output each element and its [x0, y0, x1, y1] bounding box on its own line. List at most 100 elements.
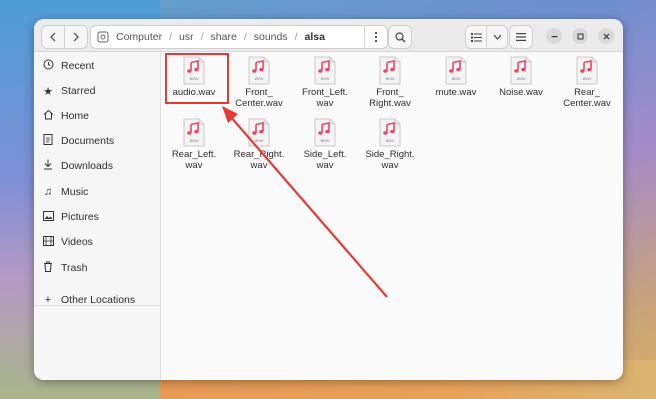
plus-icon: + [44, 294, 52, 306]
trash-icon [42, 261, 54, 275]
svg-text:wav: wav [385, 139, 394, 144]
sidebar-item-documents[interactable]: Documents [42, 132, 114, 150]
sidebar-item-label: Downloads [61, 160, 113, 172]
breadcrumb-share[interactable]: share [209, 31, 239, 43]
file-item[interactable]: wav mute.wav [423, 56, 489, 98]
file-item[interactable]: wav Rear_Left. wav [161, 118, 227, 171]
sidebar-item-label: Documents [61, 135, 115, 147]
minimize-button[interactable] [546, 28, 562, 44]
file-name-line2: wav [185, 160, 203, 171]
file-name: Rear_Right. wav [226, 149, 292, 171]
clock-icon [42, 59, 54, 73]
file-grid: wav audio.wav wav Front_ Center.wav wav Front_… [161, 52, 623, 380]
home-icon [42, 109, 54, 123]
audio-file-icon: wav [509, 56, 533, 85]
main-menu-button[interactable] [509, 25, 533, 49]
file-item[interactable]: wav Front_ Right.wav [357, 56, 423, 109]
audio-file-icon: wav [247, 56, 271, 85]
maximize-button[interactable] [572, 28, 588, 44]
file-item[interactable]: wav Front_ Center.wav [226, 56, 292, 109]
breadcrumb-sounds[interactable]: sounds [252, 31, 290, 43]
file-item[interactable]: wav Rear_ Center.wav [554, 56, 620, 109]
file-name-line1: mute.wav [435, 87, 477, 98]
sidebar-item-label: Home [61, 110, 90, 122]
file-name-line2: wav [381, 160, 399, 171]
file-name-line1: Rear_Right. [233, 149, 285, 160]
sidebar-item-videos[interactable]: Videos [42, 233, 93, 251]
sidebar-item-other-locations[interactable]: + Other Locations [42, 291, 135, 309]
sidebar-item-starred[interactable]: ★ Starred [42, 82, 95, 100]
svg-text:wav: wav [385, 77, 394, 82]
svg-text:wav: wav [516, 77, 525, 82]
file-item[interactable]: wav Side_Left. wav [292, 118, 358, 171]
path-menu-button[interactable] [364, 26, 387, 48]
hard-disk-icon [97, 31, 109, 43]
path-bar[interactable]: Computer / usr / share / sounds / alsa [90, 25, 388, 49]
list-view-icon [470, 32, 482, 42]
back-button[interactable] [42, 26, 64, 48]
svg-text:wav: wav [189, 77, 198, 82]
sidebar: Recent ★ Starred Home Documents Download… [34, 52, 161, 380]
audio-file-icon: wav [444, 56, 468, 85]
svg-text:wav: wav [451, 77, 460, 82]
image-icon [42, 210, 54, 224]
breadcrumb-separator: / [200, 31, 204, 43]
music-note-icon: ♫ [43, 186, 53, 198]
view-options [465, 25, 508, 49]
breadcrumb-usr[interactable]: usr [177, 31, 196, 43]
svg-text:wav: wav [254, 77, 263, 82]
breadcrumb-separator: / [243, 31, 247, 43]
file-name-line2: Center.wav [563, 98, 611, 109]
file-item[interactable]: wav Front_Left. wav [292, 56, 358, 109]
sidebar-item-label: Recent [61, 60, 95, 72]
audio-file-icon: wav [378, 118, 402, 147]
audio-file-icon: wav [313, 56, 337, 85]
file-name-line2: wav [316, 98, 334, 109]
file-item[interactable]: wav Side_Right. wav [357, 118, 423, 171]
close-button[interactable] [598, 28, 614, 44]
breadcrumb-computer[interactable]: Computer [114, 31, 164, 43]
search-button[interactable] [388, 25, 412, 49]
sidebar-item-label: Starred [61, 85, 96, 97]
file-name: Front_ Right.wav [357, 87, 423, 109]
file-name: audio.wav [161, 87, 227, 98]
audio-file-icon: wav [378, 56, 402, 85]
breadcrumb-separator: / [169, 31, 173, 43]
file-name-line2: Center.wav [235, 98, 283, 109]
file-name-line1: Front_ [376, 87, 404, 98]
file-name-line1: Side_Right. [365, 149, 415, 160]
file-name: Front_Left. wav [292, 87, 358, 109]
view-dropdown-button[interactable] [486, 26, 507, 48]
breadcrumb-alsa[interactable]: alsa [303, 31, 327, 43]
sidebar-item-downloads[interactable]: Downloads [42, 157, 113, 175]
file-name-line1: audio.wav [172, 87, 216, 98]
file-item[interactable]: wav audio.wav [161, 56, 227, 98]
file-item[interactable]: wav Noise.wav [488, 56, 554, 98]
film-icon [42, 235, 54, 249]
chevron-right-icon [73, 32, 79, 42]
audio-file-icon: wav [575, 56, 599, 85]
chevron-down-icon [493, 34, 501, 40]
svg-text:wav: wav [582, 77, 591, 82]
forward-button[interactable] [64, 26, 87, 48]
file-name-line1: Rear_ [574, 87, 600, 98]
search-icon [394, 31, 405, 42]
sidebar-item-music[interactable]: ♫ Music [42, 183, 89, 201]
sidebar-item-recent[interactable]: Recent [42, 57, 94, 75]
file-name-line1: Noise.wav [499, 87, 543, 98]
file-name: Rear_Left. wav [161, 149, 227, 171]
audio-file-icon: wav [247, 118, 271, 147]
sidebar-item-pictures[interactable]: Pictures [42, 208, 99, 226]
maximize-icon [577, 33, 583, 39]
sidebar-item-home[interactable]: Home [42, 107, 89, 125]
file-name-line1: Rear_Left. [171, 149, 217, 160]
file-name: Front_ Center.wav [226, 87, 292, 109]
file-item[interactable]: wav Rear_Right. wav [226, 118, 292, 171]
sidebar-item-trash[interactable]: Trash [42, 259, 87, 277]
close-icon [603, 33, 609, 39]
hamburger-menu-icon [516, 33, 526, 41]
file-name: Rear_ Center.wav [554, 87, 620, 109]
file-name-line1: Front_Left. [302, 87, 348, 98]
list-view-button[interactable] [466, 26, 486, 48]
svg-text:wav: wav [320, 77, 329, 82]
